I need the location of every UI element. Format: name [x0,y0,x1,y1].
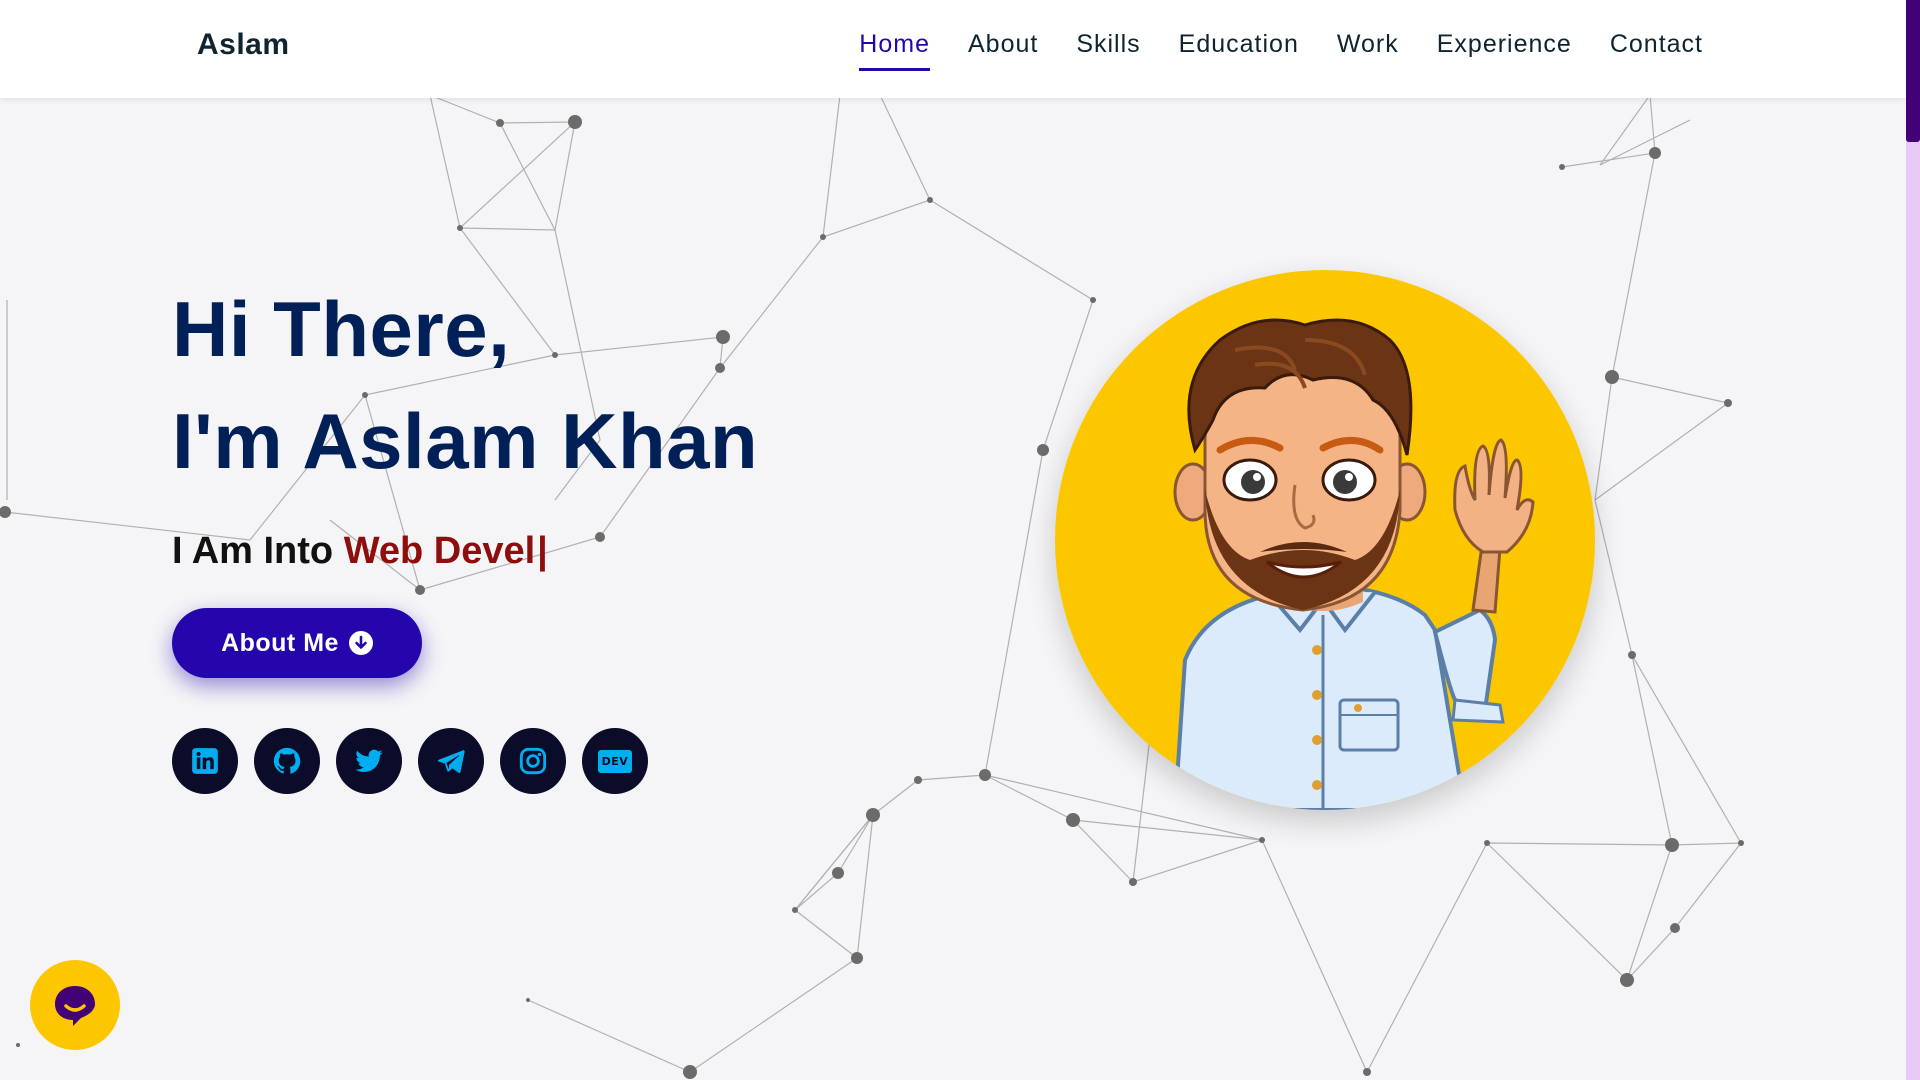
instagram-icon [519,747,547,775]
telegram-icon [437,750,465,773]
nav-work[interactable]: Work [1337,30,1399,71]
brand-logo[interactable]: Aslam [197,28,290,62]
linkedin-link[interactable] [172,728,238,794]
main-nav: Home About Skills Education Work Experie… [859,30,1703,71]
nav-home[interactable]: Home [859,30,930,71]
twitter-link[interactable] [336,728,402,794]
nav-contact[interactable]: Contact [1610,30,1703,71]
nav-about[interactable]: About [968,30,1038,71]
bitmoji-avatar-illustration [1172,318,1535,810]
dev-icon: DEV [597,749,633,773]
telegram-link[interactable] [418,728,484,794]
chat-icon [55,986,95,1026]
github-icon [273,747,301,774]
typing-text: I Am Into Web Devel| [172,530,548,573]
chat-launcher-button[interactable] [30,960,120,1050]
nav-experience[interactable]: Experience [1437,30,1572,71]
typing-role: Web Devel [343,530,536,572]
instagram-link[interactable] [500,728,566,794]
hero-greeting: Hi There, [172,285,511,373]
about-me-button[interactable]: About Me [172,608,422,678]
about-me-label: About Me [221,628,339,657]
nav-education[interactable]: Education [1179,30,1299,71]
arrow-down-circle-icon [348,631,373,655]
social-links: DEV [172,728,648,794]
page-scrollbar-track[interactable] [1906,0,1920,1080]
page-scrollbar-thumb[interactable] [1906,0,1920,142]
hero-name: I'm Aslam Khan [172,397,759,485]
twitter-icon [355,749,383,773]
profile-avatar [1055,270,1595,810]
github-link[interactable] [254,728,320,794]
typing-prefix: I Am Into [172,530,344,572]
linkedin-icon [192,748,218,774]
site-header: Aslam Home About Skills Education Work E… [0,0,1906,98]
typing-cursor: | [537,530,548,572]
nav-skills[interactable]: Skills [1076,30,1140,71]
dev-link[interactable]: DEV [582,728,648,794]
